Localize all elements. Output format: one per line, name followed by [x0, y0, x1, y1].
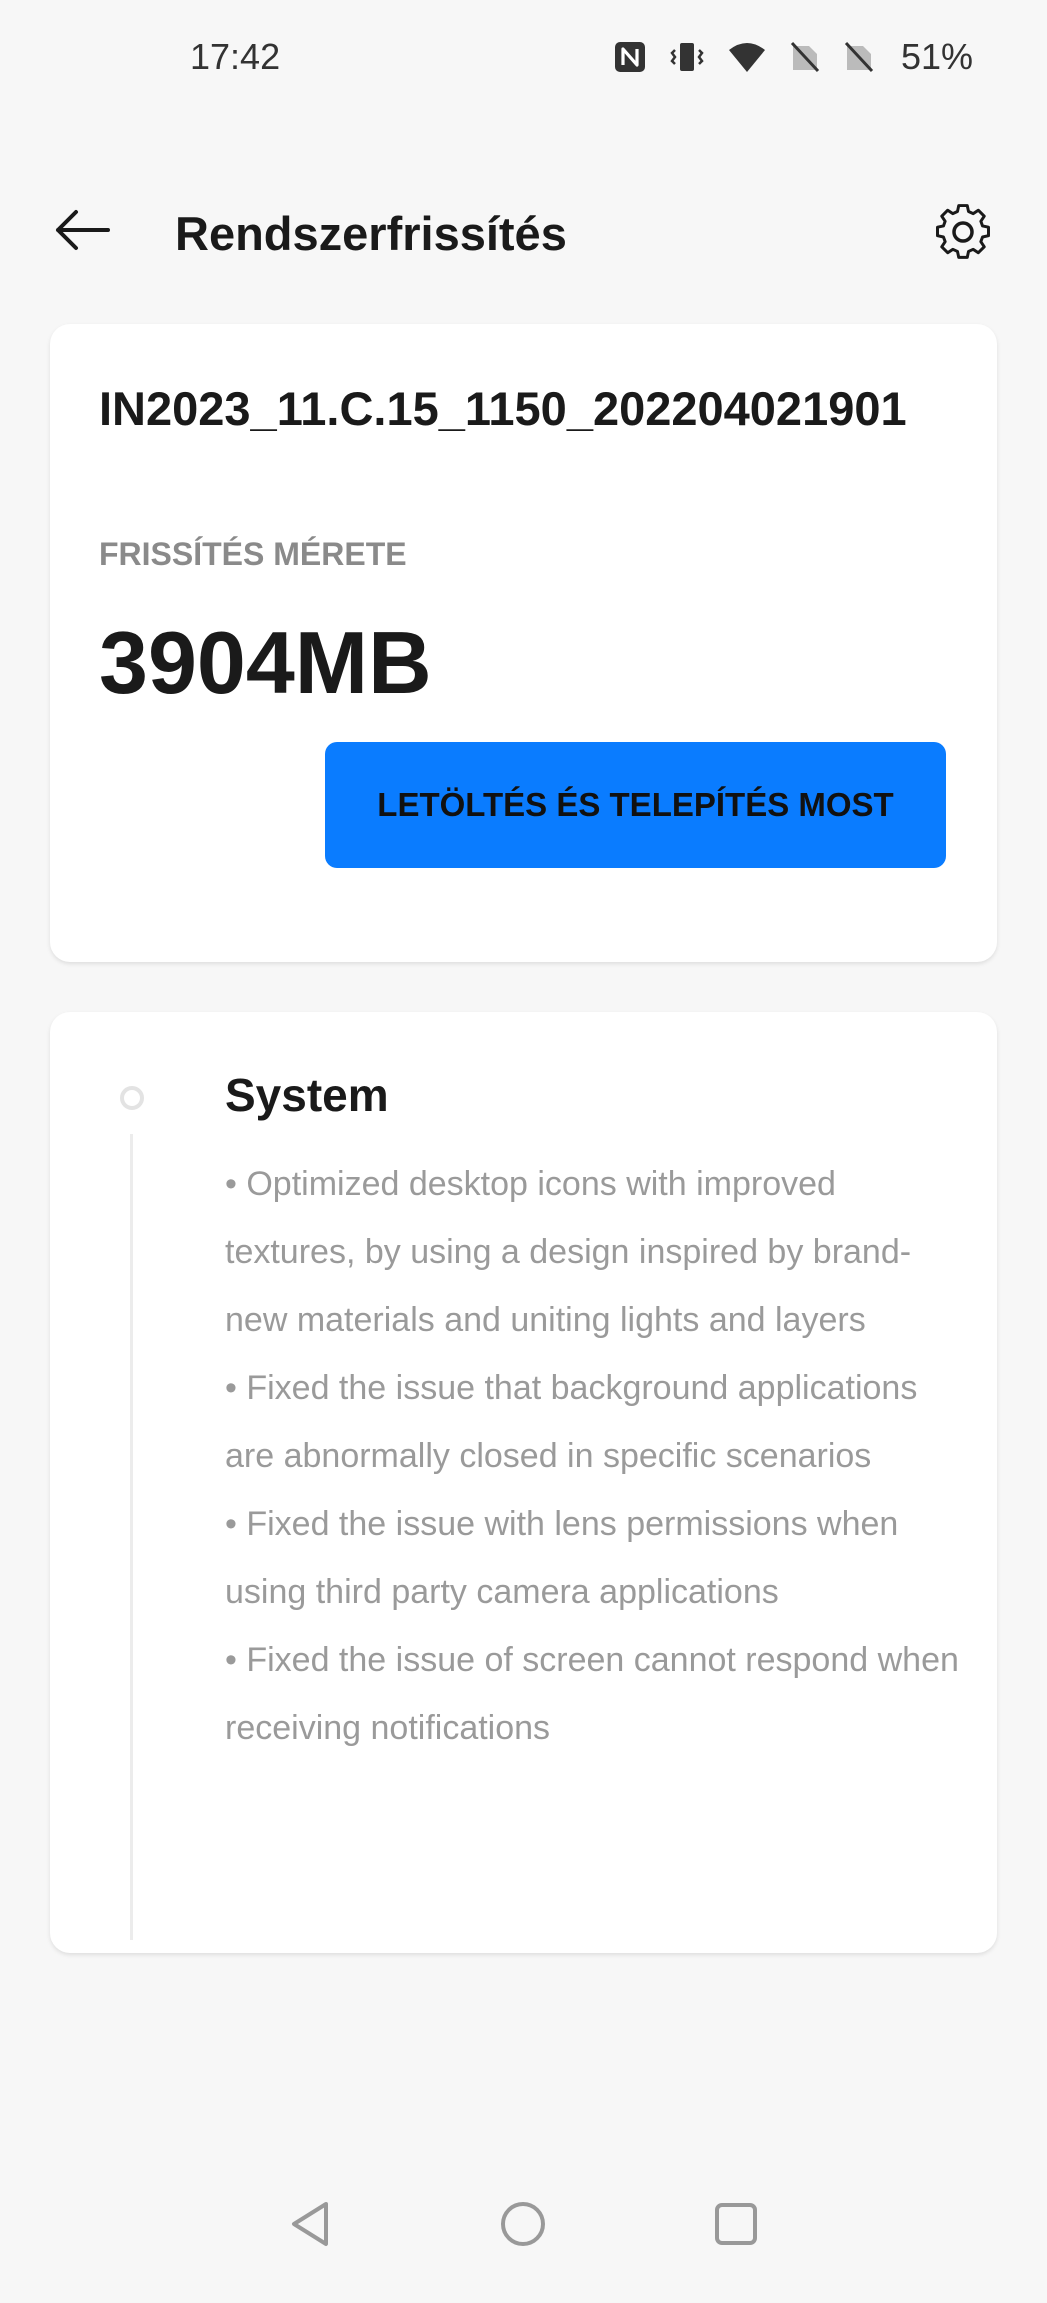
gear-icon [936, 204, 990, 259]
circle-home-icon [501, 2202, 545, 2246]
section-title: System [225, 1069, 389, 1121]
battery-level: 51% [900, 36, 973, 77]
arrow-back-icon [56, 210, 110, 250]
status-time: 17:42 [190, 36, 281, 77]
square-recents-icon [715, 2203, 757, 2245]
triangle-back-icon [292, 2202, 328, 2246]
release-note-item: • Fixed the issue with lens permissions … [225, 1505, 899, 1611]
no-sim-icon [789, 40, 821, 74]
nav-recents-button[interactable] [704, 2192, 768, 2256]
timeline-dot-icon [120, 1086, 144, 1110]
page-title: Rendszerfrissítés [175, 207, 567, 260]
release-note-item: • Fixed the issue of screen cannot respo… [225, 1641, 959, 1747]
vibrate-icon [669, 40, 705, 74]
version-name: IN2023_11.C.15_1150_202204021901 [99, 382, 907, 435]
update-card: IN2023_11.C.15_1150_202204021901 FRISSÍT… [50, 324, 997, 962]
no-sim-icon [843, 40, 875, 74]
app-bar: Rendszerfrissítés [0, 180, 1047, 280]
status-bar: 17:42 51% [0, 0, 1047, 120]
timeline-line [130, 1134, 133, 1940]
nav-back-button[interactable] [278, 2192, 342, 2256]
release-notes-list: • Optimized desktop icons with improved … [225, 1150, 965, 1762]
release-notes-card: System • Optimized desktop icons with im… [50, 1012, 997, 1953]
settings-button[interactable] [929, 198, 997, 266]
release-note-item: • Optimized desktop icons with improved … [225, 1165, 912, 1339]
navigation-bar [0, 2170, 1047, 2280]
download-install-button[interactable]: LETÖLTÉS ÉS TELEPÍTÉS MOST [325, 742, 946, 868]
release-note-item: • Fixed the issue that background applic… [225, 1369, 918, 1475]
wifi-icon [727, 41, 767, 73]
nfc-icon [613, 40, 647, 74]
back-button[interactable] [50, 202, 114, 258]
nav-home-button[interactable] [491, 2192, 555, 2256]
status-icons: 51% [613, 36, 973, 78]
update-size-value: 3904MB [99, 613, 432, 712]
update-size-label: FRISSÍTÉS MÉRETE [99, 536, 407, 572]
